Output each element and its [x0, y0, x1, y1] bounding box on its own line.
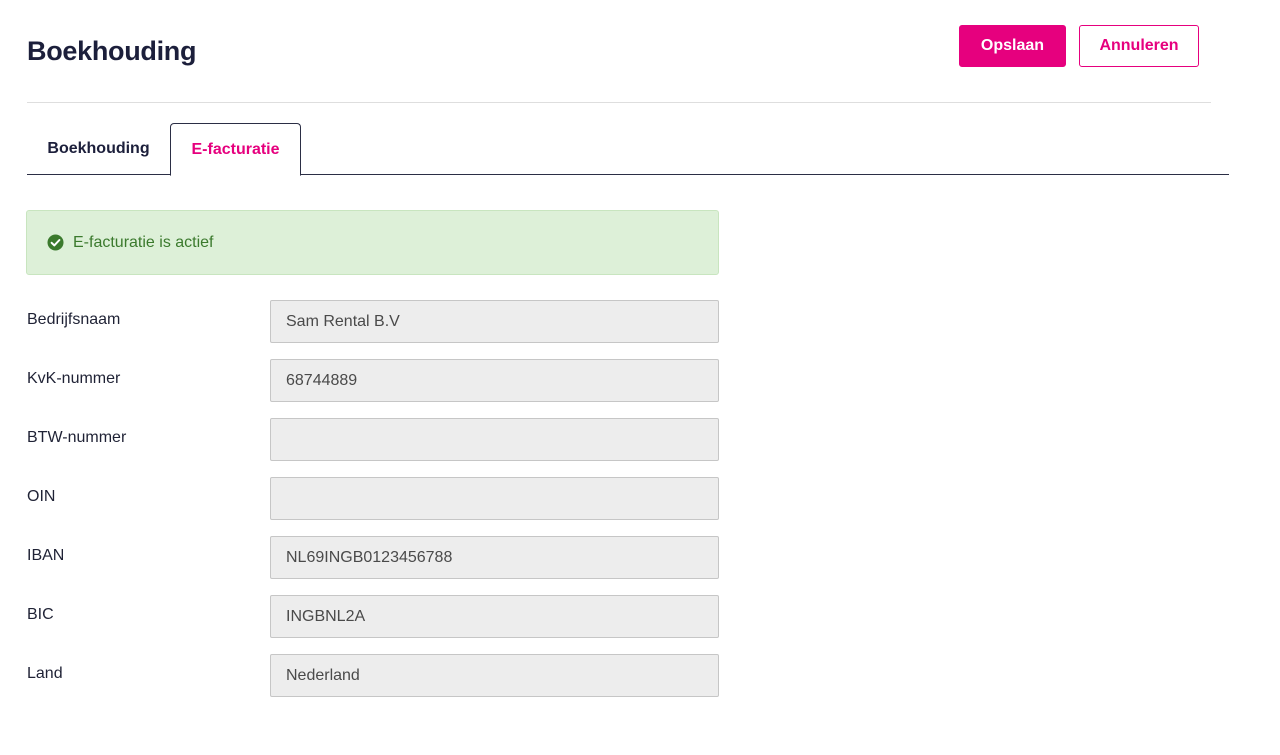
field-label: IBAN	[27, 547, 65, 564]
oin-field[interactable]	[270, 477, 719, 520]
check-circle-icon	[47, 234, 64, 251]
iban-field[interactable]	[270, 536, 719, 579]
page-title: Boekhouding	[27, 36, 197, 66]
field-label: Land	[27, 665, 63, 682]
field-label: BTW-nummer	[27, 429, 127, 446]
form-row-bic: BIC	[27, 595, 719, 638]
form-row-kvk-nummer: KvK-nummer	[27, 359, 719, 402]
form-row-btw-nummer: BTW-nummer	[27, 418, 719, 461]
save-button[interactable]: Opslaan	[959, 25, 1066, 67]
form-row-iban: IBAN	[27, 536, 719, 579]
cancel-button[interactable]: Annuleren	[1079, 25, 1199, 67]
bic-field[interactable]	[270, 595, 719, 638]
page: Boekhouding Opslaan Annuleren Boekhoudin…	[0, 0, 1280, 755]
form-row-oin: OIN	[27, 477, 719, 520]
status-alert-text: E-facturatie is actief	[73, 233, 214, 251]
field-label: BIC	[27, 606, 54, 623]
tab-bar: Boekhouding E-facturatie	[27, 123, 1229, 176]
bedrijfsnaam-field[interactable]	[270, 300, 719, 343]
field-label: OIN	[27, 488, 56, 505]
land-field[interactable]	[270, 654, 719, 697]
form-row-bedrijfsnaam: Bedrijfsnaam	[27, 300, 719, 343]
tab-e-facturatie[interactable]: E-facturatie	[170, 123, 301, 176]
field-label: Bedrijfsnaam	[27, 311, 121, 328]
tab-boekhouding[interactable]: Boekhouding	[27, 123, 170, 175]
kvk-nummer-field[interactable]	[270, 359, 719, 402]
status-alert: E-facturatie is actief	[26, 210, 719, 275]
btw-nummer-field[interactable]	[270, 418, 719, 461]
form-row-land: Land	[27, 654, 719, 697]
field-label: KvK-nummer	[27, 370, 121, 387]
header-divider	[27, 102, 1211, 103]
